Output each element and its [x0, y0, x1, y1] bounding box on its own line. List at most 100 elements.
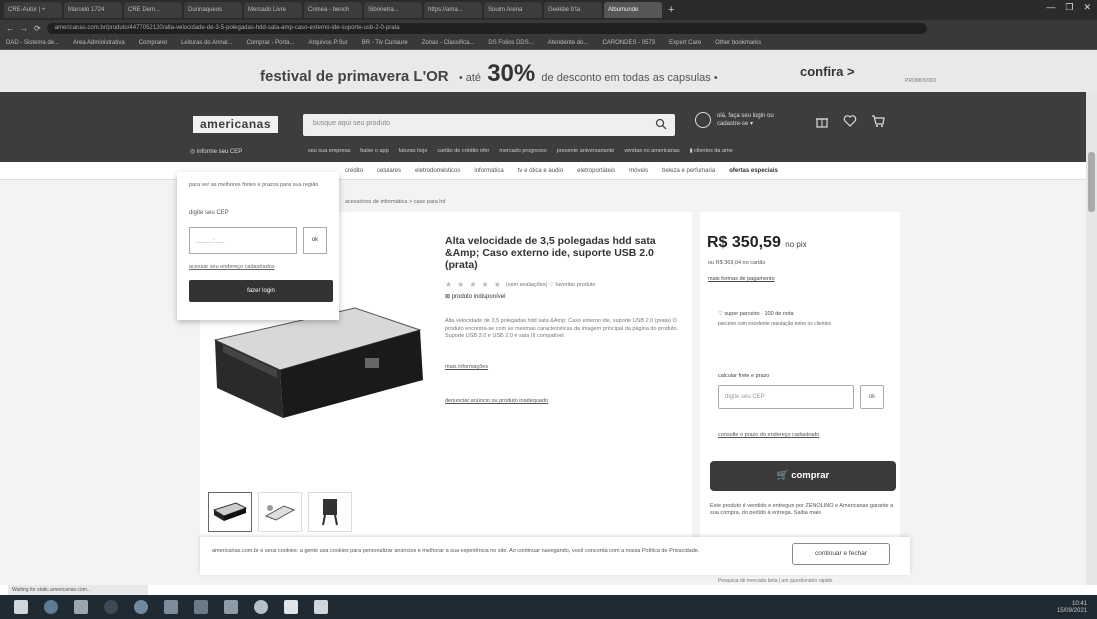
- app-icon-3[interactable]: [224, 600, 238, 614]
- browser-tab[interactable]: Albumunde: [604, 2, 662, 18]
- bookmark-item[interactable]: Atendente do...: [548, 40, 589, 46]
- report-product-link[interactable]: denunciar anúncio ou produto inadequado: [445, 398, 548, 404]
- product-rating[interactable]: ★ ★ ★ ★ ★ (sem avaliações) ♡ favoritar p…: [445, 280, 595, 289]
- firefox-icon[interactable]: [134, 600, 148, 614]
- url-field[interactable]: americanas.com.br/produto/4477052120/alt…: [46, 22, 927, 34]
- page-scrollbar[interactable]: [1086, 92, 1097, 585]
- breadcrumb[interactable]: acessórios de informática > case para hd: [345, 199, 445, 205]
- promo-banner[interactable]: festival de primavera L'OR • até 30% de …: [0, 50, 1097, 92]
- department-link[interactable]: crédito: [345, 168, 363, 174]
- cookie-accept-button[interactable]: continuar e fechar: [792, 543, 890, 565]
- department-link[interactable]: celulares: [377, 168, 401, 174]
- forward-icon[interactable]: →: [20, 24, 28, 33]
- category-link[interactable]: mercado progresso: [499, 148, 546, 154]
- bookmark-item[interactable]: Compraret: [139, 40, 167, 46]
- bookmark-item[interactable]: DS Folios DDS...: [488, 40, 533, 46]
- explorer-icon[interactable]: [74, 600, 88, 614]
- browser-tab[interactable]: CRE-Autor | +: [4, 2, 62, 18]
- department-link[interactable]: tv e ótica e áudio: [518, 168, 563, 174]
- thumbnail-2[interactable]: [258, 492, 302, 532]
- browser-tab[interactable]: CRE Dem...: [124, 2, 182, 18]
- browser-tab[interactable]: Geekbe b'ta: [544, 2, 602, 18]
- star-icon: ★: [481, 280, 489, 289]
- rating-text[interactable]: (sem avaliações) ♡ favoritar produto: [506, 282, 596, 288]
- promo-headline[interactable]: festival de primavera L'OR • até 30% de …: [260, 60, 718, 88]
- bookmark-item[interactable]: Expert Care: [669, 40, 701, 46]
- windows-taskbar: 10:41 15/09/2021: [0, 595, 1097, 619]
- media-icon[interactable]: [104, 600, 118, 614]
- cep-popup-ok-button[interactable]: ok: [303, 227, 327, 254]
- thumbnail-1[interactable]: [208, 492, 252, 532]
- account-menu[interactable]: olá, faça seu login ou cadastre-se ▾: [695, 112, 797, 128]
- promo-discount: 30%: [487, 60, 536, 87]
- card-price-text: ou R$ 369,04 no cartão: [708, 260, 766, 266]
- maximize-icon[interactable]: ❐: [1065, 2, 1073, 13]
- department-link[interactable]: móveis: [629, 168, 648, 174]
- more-info-link[interactable]: mais informações: [445, 364, 488, 370]
- bookmark-item[interactable]: BR - Tiv Curlaure: [362, 40, 408, 46]
- browser-tab[interactable]: Marcelo 1724: [64, 2, 122, 18]
- americanas-logo[interactable]: americanas: [193, 116, 278, 133]
- shipping-ok-button[interactable]: ok: [860, 385, 884, 409]
- payment-options-link[interactable]: mais formas de pagamento: [708, 276, 775, 282]
- bookmark-item[interactable]: Comprar - Porta...: [246, 40, 294, 46]
- price-value: R$ 350,59: [707, 234, 781, 251]
- app-icon-4[interactable]: [284, 600, 298, 614]
- bookmark-item[interactable]: Area Administrativa: [73, 40, 125, 46]
- department-link[interactable]: eletroportáteis: [577, 168, 615, 174]
- app-icon-5[interactable]: [314, 600, 328, 614]
- department-link[interactable]: eletrodomésticos: [415, 168, 460, 174]
- shipping-cep-input[interactable]: digite seu CEP: [718, 385, 854, 409]
- bookmark-item[interactable]: DAD - Sistema de...: [6, 40, 59, 46]
- windows-start-icon[interactable]: [14, 600, 28, 614]
- shipping-label: calcular frete e prazo: [718, 373, 770, 379]
- browser-tab[interactable]: Dunnaqueos: [184, 2, 242, 18]
- app-icon-1[interactable]: [164, 600, 178, 614]
- category-link[interactable]: cartão de crédito ofer: [437, 148, 489, 154]
- department-link[interactable]: ofertas especiais: [729, 168, 778, 174]
- bookmark-item[interactable]: Zonas - Classifica...: [422, 40, 475, 46]
- ie-icon[interactable]: [44, 600, 58, 614]
- heart-icon[interactable]: [843, 114, 857, 128]
- cart-icon[interactable]: [871, 114, 885, 128]
- chrome-icon[interactable]: [254, 600, 268, 614]
- bookmark-item[interactable]: Arquivos P.Sur: [308, 40, 347, 46]
- back-icon[interactable]: ←: [6, 24, 14, 33]
- app-icon-2[interactable]: [194, 600, 208, 614]
- search-box[interactable]: busque aqui seu produto: [303, 114, 675, 136]
- department-link[interactable]: informática: [474, 168, 503, 174]
- search-input[interactable]: busque aqui seu produto: [313, 120, 390, 127]
- search-icon[interactable]: [655, 118, 667, 130]
- category-link[interactable]: baixe o app: [360, 148, 388, 154]
- browser-tab[interactable]: Crimea - bench: [304, 2, 362, 18]
- browser-tab[interactable]: Soulm Arena: [484, 2, 542, 18]
- bookmark-item[interactable]: Other bookmarks: [715, 40, 761, 46]
- system-tray[interactable]: 10:41 15/09/2021: [1057, 601, 1087, 615]
- close-icon[interactable]: ✕: [1083, 2, 1091, 13]
- new-tab-icon[interactable]: +: [668, 4, 674, 16]
- cep-popup-input[interactable]: _____-___: [189, 227, 297, 254]
- category-link[interactable]: faturas hoje: [399, 148, 428, 154]
- registered-address-link[interactable]: consulte o prazo do endereço cadastrado: [718, 432, 819, 438]
- scrollbar-thumb[interactable]: [1088, 152, 1095, 212]
- thumbnail-3[interactable]: [308, 492, 352, 532]
- category-link[interactable]: ▮ clientes da ame: [690, 148, 733, 154]
- minimize-icon[interactable]: —: [1046, 2, 1055, 13]
- department-link[interactable]: beleza e perfumaria: [662, 168, 715, 174]
- browser-tab[interactable]: Mercado Livre: [244, 2, 302, 18]
- cep-link[interactable]: ◎ informe seu CEP: [190, 148, 242, 155]
- browser-tab[interactable]: Sibonetra...: [364, 2, 422, 18]
- buy-button[interactable]: 🛒 comprar: [710, 461, 896, 491]
- category-link[interactable]: presente aniversariante: [557, 148, 614, 154]
- reload-icon[interactable]: ⟳: [34, 24, 41, 33]
- category-link[interactable]: seu sua empresa: [308, 148, 350, 154]
- bookmark-item[interactable]: CARONDES - 0573: [602, 40, 655, 46]
- browser-tab[interactable]: https://ama...: [424, 2, 482, 18]
- category-link[interactable]: vendas no americanas: [624, 148, 679, 154]
- cep-popup-address-link[interactable]: acessar seu endereço cadastrados: [189, 264, 275, 270]
- promo-cta-link[interactable]: confira >: [800, 64, 855, 79]
- cep-popup-login-button[interactable]: fazer login: [189, 280, 333, 302]
- bookmark-item[interactable]: Leituras do Annal...: [181, 40, 232, 46]
- gift-icon[interactable]: [815, 114, 829, 128]
- survey-link[interactable]: Pesquisa de mercado beta | um questionár…: [718, 578, 832, 584]
